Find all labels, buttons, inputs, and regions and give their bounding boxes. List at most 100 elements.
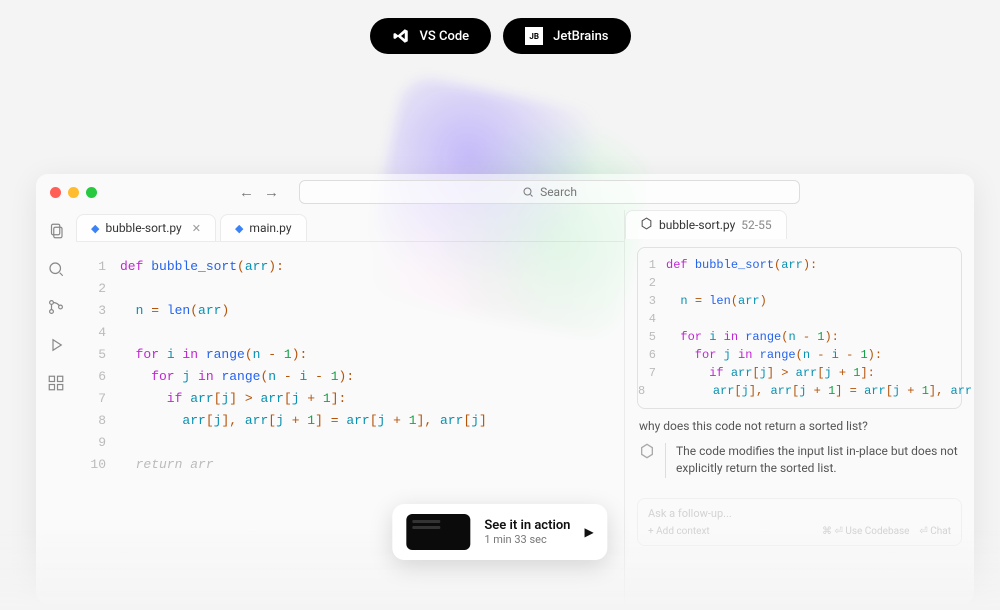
code-line: 3 n = len(arr) (76, 300, 624, 322)
code-line: 4 (638, 310, 961, 328)
forward-arrow-icon[interactable]: → (264, 183, 279, 201)
code-line: 10 return arr (76, 454, 624, 476)
line-number: 10 (76, 454, 120, 476)
chat-tab-range: 52-55 (741, 218, 771, 232)
line-number: 5 (76, 344, 120, 366)
debug-icon[interactable] (47, 336, 65, 354)
jetbrains-button[interactable]: JB JetBrains (503, 18, 630, 54)
chat-context-tab[interactable]: bubble-sort.py 52-55 (625, 210, 787, 239)
line-number: 6 (76, 366, 120, 388)
code-content: arr[j], arr[j + 1] = arr[j + 1], arr[j] (655, 382, 974, 400)
zoom-dot[interactable] (86, 187, 97, 198)
chat-panel: bubble-sort.py 52-55 1def bubble_sort(ar… (624, 210, 974, 604)
line-number: 7 (76, 388, 120, 410)
tab-bubble-sort[interactable]: ◆ bubble-sort.py ✕ (76, 214, 216, 241)
close-icon[interactable]: ✕ (192, 222, 201, 235)
minimize-dot[interactable] (68, 187, 79, 198)
line-number: 2 (638, 274, 666, 292)
jetbrains-label: JetBrains (553, 29, 608, 44)
traffic-lights (50, 187, 97, 198)
chat-answer-row: The code modifies the input list in-plac… (625, 443, 974, 478)
extensions-icon[interactable] (47, 374, 65, 392)
line-number: 2 (76, 278, 120, 300)
activity-bar (36, 210, 76, 604)
chat-tab-label: bubble-sort.py (659, 218, 735, 232)
followup-input[interactable]: Ask a follow-up... + Add context ⌘ ⏎ Use… (637, 498, 962, 546)
line-number: 4 (76, 322, 120, 344)
use-codebase-hint[interactable]: ⌘ ⏎ Use Codebase (822, 526, 909, 537)
video-thumbnail (406, 514, 470, 550)
editor-tabs: ◆ bubble-sort.py ✕ ◆ main.py (76, 210, 624, 242)
files-icon[interactable] (47, 222, 65, 240)
line-number: 4 (638, 310, 666, 328)
code-line: 5 for i in range(n - 1): (638, 328, 961, 346)
action-title: See it in action (484, 518, 570, 533)
chat-code-snippet: 1def bubble_sort(arr):23 n = len(arr)45 … (637, 247, 962, 409)
code-content: if arr[j] > arr[j + 1]: (666, 364, 875, 382)
code-line: 1def bubble_sort(arr): (638, 256, 961, 274)
chat-answer-text: The code modifies the input list in-plac… (665, 443, 960, 478)
code-line: 9 (76, 432, 624, 454)
close-dot[interactable] (50, 187, 61, 198)
code-content: arr[j], arr[j + 1] = arr[j + 1], arr[j] (120, 410, 487, 432)
code-content: for j in range(n - i - 1): (120, 366, 354, 388)
code-line: 6 for j in range(n - i - 1): (638, 346, 961, 364)
code-content: for i in range(n - 1): (666, 328, 839, 346)
code-line: 2 (76, 278, 624, 300)
code-content: n = len(arr) (666, 292, 767, 310)
assistant-avatar-icon (639, 443, 655, 461)
line-number: 7 (638, 364, 666, 382)
search-placeholder: Search (540, 185, 577, 199)
jetbrains-icon: JB (525, 27, 543, 45)
search-input[interactable]: Search (299, 180, 800, 204)
play-icon: ▶ (584, 525, 593, 539)
line-number: 8 (76, 410, 120, 432)
code-content: n = len(arr) (120, 300, 229, 322)
action-subtitle: 1 min 33 sec (484, 533, 570, 546)
back-arrow-icon[interactable]: ← (239, 183, 254, 201)
code-line: 1def bubble_sort(arr): (76, 256, 624, 278)
python-icon: ◆ (91, 222, 99, 235)
line-number: 3 (638, 292, 666, 310)
hexagon-icon (640, 217, 653, 233)
code-line: 8 arr[j], arr[j + 1] = arr[j + 1], arr[j… (76, 410, 624, 432)
vscode-button[interactable]: VS Code (370, 18, 492, 54)
code-line: 4 (76, 322, 624, 344)
code-line: 5 for i in range(n - 1): (76, 344, 624, 366)
line-number: 6 (638, 346, 666, 364)
tab-label: main.py (249, 221, 291, 235)
line-number: 8 (638, 382, 655, 400)
python-icon: ◆ (235, 222, 243, 235)
line-number: 9 (76, 432, 120, 454)
code-content: if arr[j] > arr[j + 1]: (120, 388, 346, 410)
chat-submit-hint[interactable]: ⏎ Chat (919, 526, 951, 537)
line-number: 1 (638, 256, 666, 274)
search-icon (522, 186, 534, 198)
line-number: 3 (76, 300, 120, 322)
titlebar: ← → Search (36, 174, 974, 210)
chat-question: why does this code not return a sorted l… (625, 419, 974, 443)
source-control-icon[interactable] (47, 298, 65, 316)
code-line: 2 (638, 274, 961, 292)
code-line: 7 if arr[j] > arr[j + 1]: (76, 388, 624, 410)
code-content: def bubble_sort(arr): (120, 256, 284, 278)
code-content: def bubble_sort(arr): (666, 256, 817, 274)
code-line: 8 arr[j], arr[j + 1] = arr[j + 1], arr[j… (638, 382, 961, 400)
line-number: 5 (638, 328, 666, 346)
tab-label: bubble-sort.py (105, 221, 181, 235)
tab-main[interactable]: ◆ main.py (220, 214, 307, 241)
search-sidebar-icon[interactable] (47, 260, 65, 278)
add-context-hint[interactable]: + Add context (648, 526, 710, 537)
code-line: 7 if arr[j] > arr[j + 1]: (638, 364, 961, 382)
code-line: 6 for j in range(n - i - 1): (76, 366, 624, 388)
ide-buttons-row: VS Code JB JetBrains (0, 18, 1000, 54)
nav-arrows: ← → (239, 183, 279, 201)
followup-placeholder: Ask a follow-up... (648, 507, 951, 520)
code-content: return arr (120, 454, 214, 476)
vscode-icon (392, 27, 410, 45)
code-content: for i in range(n - 1): (120, 344, 307, 366)
code-content: for j in range(n - i - 1): (666, 346, 882, 364)
code-line: 3 n = len(arr) (638, 292, 961, 310)
vscode-label: VS Code (420, 29, 470, 44)
see-it-in-action-card[interactable]: See it in action 1 min 33 sec ▶ (392, 504, 607, 560)
